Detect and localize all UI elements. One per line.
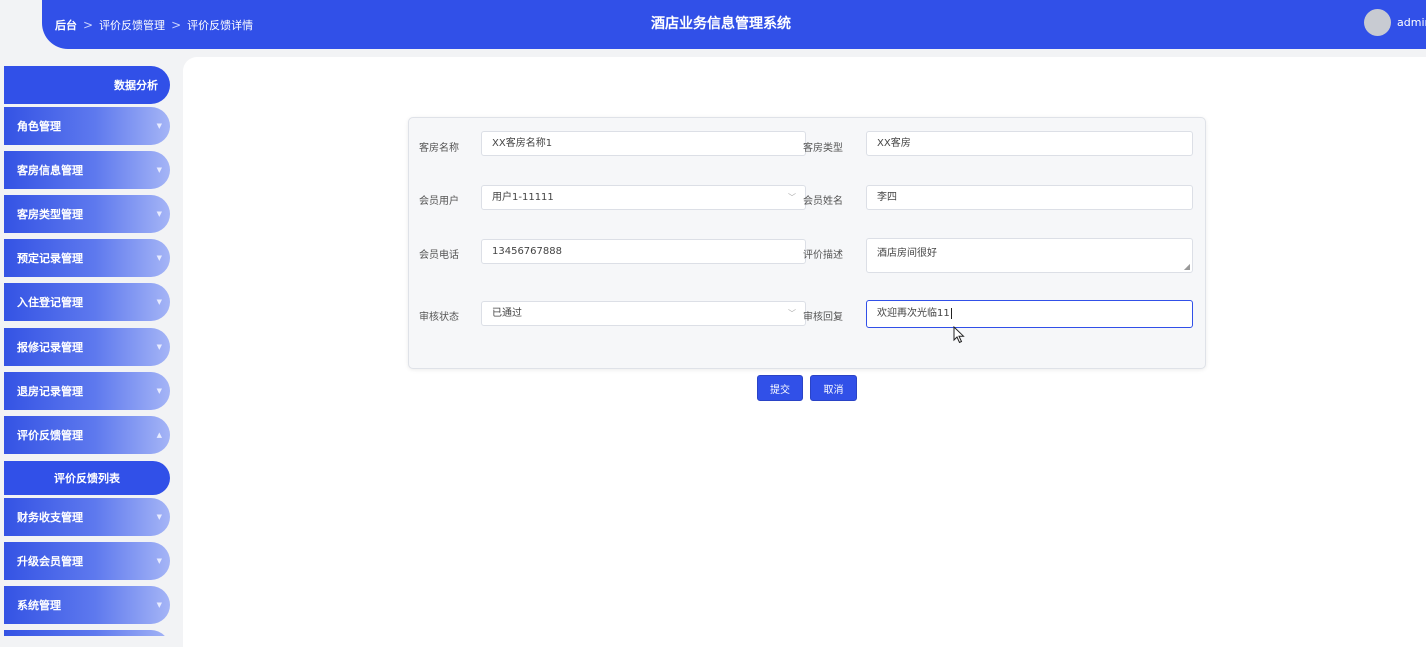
sidebar-item-repair-records[interactable]: 报修记录管理 ▼ (4, 328, 170, 366)
member-user-select[interactable]: 用户1-11111 ﹀ (481, 185, 806, 210)
sidebar-item-data-analysis[interactable]: 数据分析 (4, 66, 170, 104)
submit-button[interactable]: 提交 (757, 375, 803, 401)
sidebar-item-label: 升级会员管理 (17, 555, 83, 568)
member-user-value: 用户1-11111 (492, 192, 554, 203)
audit-status-select[interactable]: 已通过 ﹀ (481, 301, 806, 326)
audit-reply-value: 欢迎再次光临11 (877, 308, 950, 319)
text-caret (950, 307, 952, 319)
audit-reply-input[interactable]: 欢迎再次光临11 (866, 300, 1193, 328)
sidebar-item-label: 报修记录管理 (17, 341, 83, 354)
room-name-value: XX客房名称1 (492, 138, 553, 149)
chevron-down-icon: ▼ (156, 254, 162, 262)
audit-reply-label: 审核回复 (803, 312, 843, 323)
room-type-value: XX客房 (877, 138, 911, 149)
member-user-label: 会员用户 (419, 196, 459, 207)
sidebar-item-more[interactable] (4, 630, 170, 636)
room-type-label: 客房类型 (803, 143, 843, 154)
avatar[interactable] (1364, 9, 1391, 36)
member-name-input[interactable]: 李四 (866, 185, 1193, 210)
room-name-input[interactable]: XX客房名称1 (481, 131, 806, 156)
audit-status-value: 已通过 (492, 308, 522, 319)
chevron-up-icon: ▲ (156, 431, 162, 439)
review-desc-label: 评价描述 (803, 250, 843, 261)
mouse-cursor-icon (953, 326, 965, 344)
member-name-value: 李四 (877, 192, 897, 203)
audit-status-label: 审核状态 (419, 312, 459, 323)
chevron-down-icon: ▼ (156, 513, 162, 521)
user-menu[interactable]: admin (1364, 9, 1426, 36)
chevron-down-icon: ▼ (156, 601, 162, 609)
sidebar: 数据分析 角色管理 ▼ 客房信息管理 ▼ 客房类型管理 ▼ 预定记录管理 ▼ 入… (0, 58, 176, 636)
username[interactable]: admin (1397, 16, 1426, 29)
sidebar-item-finance[interactable]: 财务收支管理 ▼ (4, 498, 170, 536)
sidebar-item-checkout-records[interactable]: 退房记录管理 ▼ (4, 372, 170, 410)
chevron-down-icon: ▼ (156, 298, 162, 306)
sidebar-item-label: 评价反馈列表 (54, 472, 120, 485)
sidebar-item-review-management[interactable]: 评价反馈管理 ▲ (4, 416, 170, 454)
sidebar-item-label: 预定记录管理 (17, 252, 83, 265)
review-form: 客房名称 XX客房名称1 客房类型 XX客房 会员用户 用户1-11111 ﹀ … (408, 117, 1206, 369)
sidebar-item-booking-records[interactable]: 预定记录管理 ▼ (4, 239, 170, 277)
sidebar-item-label: 退房记录管理 (17, 385, 83, 398)
chevron-down-icon: ▼ (156, 557, 162, 565)
sidebar-item-label: 客房类型管理 (17, 208, 83, 221)
chevron-down-icon: ▼ (156, 210, 162, 218)
sidebar-item-label: 客房信息管理 (17, 164, 83, 177)
sidebar-item-checkin[interactable]: 入住登记管理 ▼ (4, 283, 170, 321)
sidebar-item-member-upgrade[interactable]: 升级会员管理 ▼ (4, 542, 170, 580)
resize-handle-icon[interactable]: ◢ (1184, 262, 1190, 271)
sidebar-item-label: 财务收支管理 (17, 511, 83, 524)
top-header: 后台 > 评价反馈管理 > 评价反馈详情 酒店业务信息管理系统 admin (42, 0, 1426, 49)
chevron-down-icon: ▼ (156, 343, 162, 351)
page-title: 酒店业务信息管理系统 (651, 16, 791, 32)
main-content: 客房名称 XX客房名称1 客房类型 XX客房 会员用户 用户1-11111 ﹀ … (183, 57, 1426, 647)
sidebar-item-label: 评价反馈管理 (17, 429, 83, 442)
sidebar-item-role-management[interactable]: 角色管理 ▼ (4, 107, 170, 145)
sidebar-item-room-type[interactable]: 客房类型管理 ▼ (4, 195, 170, 233)
sidebar-item-label: 角色管理 (17, 120, 61, 133)
room-name-label: 客房名称 (419, 143, 459, 154)
cancel-button[interactable]: 取消 (810, 375, 857, 401)
chevron-down-icon: ▼ (156, 387, 162, 395)
review-desc-textarea[interactable]: 酒店房间很好 ◢ (866, 238, 1193, 273)
sidebar-item-room-info[interactable]: 客房信息管理 ▼ (4, 151, 170, 189)
sidebar-subitem-review-list[interactable]: 评价反馈列表 (4, 461, 170, 495)
member-phone-value: 13456767888 (492, 246, 562, 257)
sidebar-item-label: 入住登记管理 (17, 296, 83, 309)
chevron-down-icon: ▼ (156, 166, 162, 174)
sidebar-item-label: 系统管理 (17, 599, 61, 612)
member-phone-input[interactable]: 13456767888 (481, 239, 806, 264)
chevron-down-icon: ▼ (156, 122, 162, 130)
sidebar-item-system[interactable]: 系统管理 ▼ (4, 586, 170, 624)
review-desc-value: 酒店房间很好 (877, 248, 937, 259)
sidebar-item-label: 数据分析 (114, 79, 158, 92)
member-phone-label: 会员电话 (419, 250, 459, 261)
member-name-label: 会员姓名 (803, 196, 843, 207)
room-type-input[interactable]: XX客房 (866, 131, 1193, 156)
